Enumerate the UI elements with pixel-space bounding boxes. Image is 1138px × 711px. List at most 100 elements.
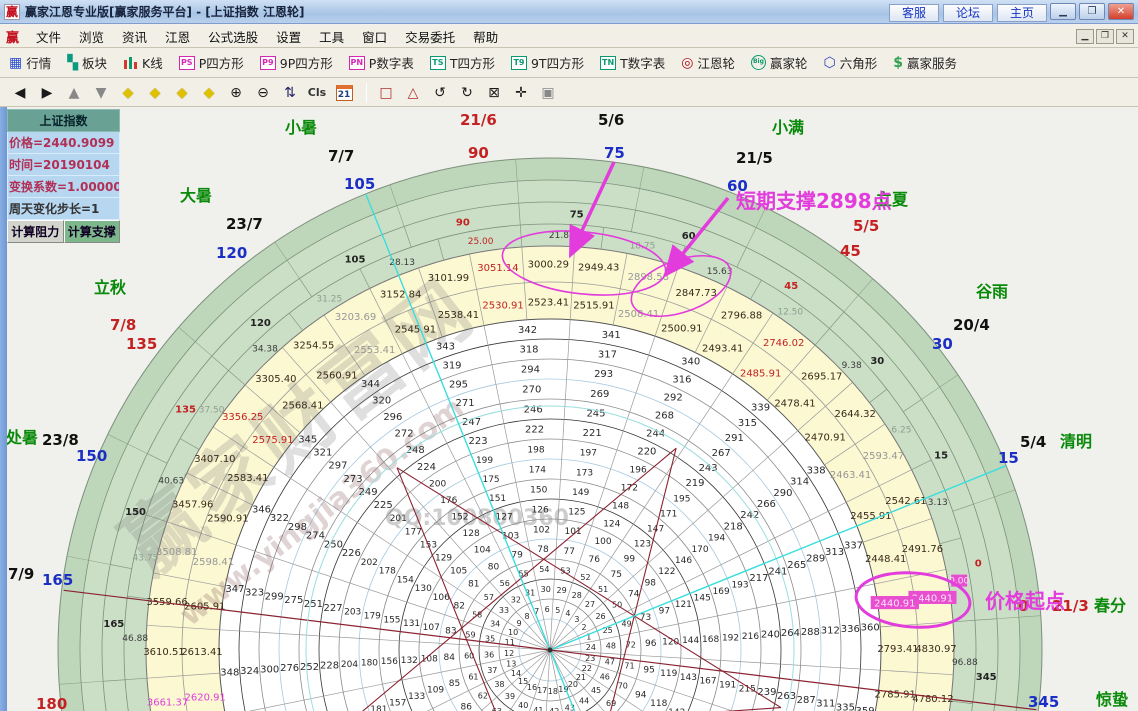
toolbar-label: 赢家服务 [907,53,957,72]
svg-text:135: 135 [175,404,196,415]
center-tool-icon[interactable]: ✛ [509,82,533,104]
menu-item-公式选股[interactable]: 公式选股 [199,28,267,47]
toolbar-button-六角形[interactable]: ⬡六角形 [820,51,880,74]
gann-wheel-canvas[interactable]: 赢家财富网www.yingjia360.comQQ:10080036012345… [0,107,1138,711]
svg-text:2620.91: 2620.91 [184,692,225,703]
svg-text:37: 37 [487,666,497,675]
toolbar-button-T数字表[interactable]: TNT数字表 [597,51,668,74]
rotate-cw-icon[interactable]: ↻ [455,82,479,104]
svg-text:57: 57 [484,593,494,602]
titlebar-link-2[interactable]: 主页 [997,4,1047,22]
maximize-button[interactable]: ❐ [1079,3,1105,20]
toolbar-button-9P四方形[interactable]: P9 9P四方形 [257,51,336,74]
menu-item-资讯[interactable]: 资讯 [113,28,156,47]
svg-text:45: 45 [840,242,861,260]
panel-button-计算阻力[interactable]: 计算阻力 [7,220,64,243]
toolbar-button-9T四方形[interactable]: T99T四方形 [508,51,587,74]
diamond-down-icon[interactable]: ◆ [197,82,221,104]
svg-text:21.88: 21.88 [549,231,575,241]
svg-text:2568.41: 2568.41 [282,401,323,412]
diamond-right-icon[interactable]: ◆ [143,82,167,104]
titlebar-link-0[interactable]: 客服 [889,4,939,22]
updown-icon[interactable]: ⇅ [278,82,302,104]
zoom-out-icon[interactable]: ⊖ [251,82,275,104]
svg-text:2746.02: 2746.02 [763,338,804,349]
toolbar-button-P四方形[interactable]: PSP四方形 [176,51,247,74]
svg-text:80: 80 [488,562,500,572]
svg-text:2530.91: 2530.91 [482,301,523,312]
diamond-left-icon[interactable]: ◆ [116,82,140,104]
window-title: 赢家江恩专业版[赢家服务平台] - [上证指数 江恩轮] [25,3,304,20]
child-restore-button[interactable]: ❐ [1096,29,1114,44]
svg-text:2793.41: 2793.41 [877,644,918,655]
app-logo-icon: 赢 [4,4,20,20]
toolbar-button-板块[interactable]: ▚板块 [64,51,110,74]
triangle-tool-icon[interactable]: △ [401,82,425,104]
svg-text:98: 98 [645,578,657,588]
rotate-ccw-icon[interactable]: ↺ [428,82,452,104]
clear-tool-icon[interactable]: ▣ [536,82,560,104]
svg-text:360: 360 [861,623,880,634]
panel-button-计算支撑[interactable]: 计算支撑 [64,220,121,243]
svg-text:343: 343 [436,341,455,352]
toolbar-button-K线[interactable]: K线 [120,51,166,74]
toolbar-label: P四方形 [199,53,244,72]
minimize-button[interactable]: ▁ [1050,3,1076,20]
svg-text:266: 266 [757,499,776,510]
menu-item-交易委托[interactable]: 交易委托 [396,28,464,47]
peak-down-icon[interactable]: ▼ [89,82,113,104]
toolbar-button-赢家轮[interactable]: Big赢家轮 [748,51,811,74]
svg-text:21/6: 21/6 [460,111,497,129]
svg-text:295: 295 [449,379,468,390]
diamond-up-icon[interactable]: ◆ [170,82,194,104]
svg-text:63: 63 [492,707,502,711]
toolbar-label: 9P四方形 [280,53,333,72]
toolbar-label: P数字表 [369,53,414,72]
child-minimize-button[interactable]: ▁ [1076,29,1094,44]
svg-text:265: 265 [787,560,806,571]
svg-text:339: 339 [751,403,770,414]
square-tool-icon[interactable]: □ [374,82,398,104]
prev-arrow-icon[interactable]: ◀ [8,82,32,104]
svg-text:31.25: 31.25 [316,295,342,305]
svg-text:135: 135 [126,335,157,353]
titlebar-link-1[interactable]: 论坛 [943,4,993,22]
menu-item-设置[interactable]: 设置 [267,28,310,47]
close-button[interactable]: ✕ [1108,3,1134,20]
next-arrow-icon[interactable]: ▶ [35,82,59,104]
svg-text:178: 178 [379,567,396,577]
calendar-icon[interactable]: 21 [332,82,356,104]
toolbar-button-行情[interactable]: ▦行情 [6,51,54,74]
svg-text:192: 192 [722,633,739,643]
menu-item-工具[interactable]: 工具 [310,28,353,47]
menu-item-帮助[interactable]: 帮助 [464,28,507,47]
toolbar-button-赢家服务[interactable]: $赢家服务 [890,51,960,74]
toolbar-button-T四方形[interactable]: TST四方形 [427,51,498,74]
svg-text:220: 220 [637,446,656,457]
toolbar-label: 行情 [26,53,51,72]
toolbar-button-P数字表[interactable]: PNP数字表 [346,51,417,74]
child-close-button[interactable]: ✕ [1116,29,1134,44]
menu-item-窗口[interactable]: 窗口 [353,28,396,47]
P9-icon: P9 [260,56,276,70]
menu-item-浏览[interactable]: 浏览 [70,28,113,47]
peak-up-icon[interactable]: ▲ [62,82,86,104]
menu-item-江恩[interactable]: 江恩 [156,28,199,47]
delete-box-icon[interactable]: ⊠ [482,82,506,104]
svg-text:105: 105 [345,254,366,265]
menu-item-文件[interactable]: 文件 [27,28,70,47]
svg-text:2613.41: 2613.41 [181,647,222,658]
svg-text:2515.91: 2515.91 [573,300,614,311]
svg-text:335: 335 [836,702,855,711]
svg-text:4: 4 [565,609,570,618]
svg-text:12: 12 [504,649,514,658]
svg-text:3.13: 3.13 [928,498,948,508]
zoom-in-icon[interactable]: ⊕ [224,82,248,104]
cls-button[interactable]: Cls [305,82,329,104]
toolbar-button-江恩轮[interactable]: ◎江恩轮 [678,51,738,74]
svg-text:291: 291 [725,433,744,444]
svg-text:125: 125 [568,508,585,518]
gann-wheel-chart-area[interactable]: 赢家财富网www.yingjia360.comQQ:10080036012345… [0,107,1138,711]
svg-text:122: 122 [658,567,675,577]
svg-text:215: 215 [739,684,756,694]
